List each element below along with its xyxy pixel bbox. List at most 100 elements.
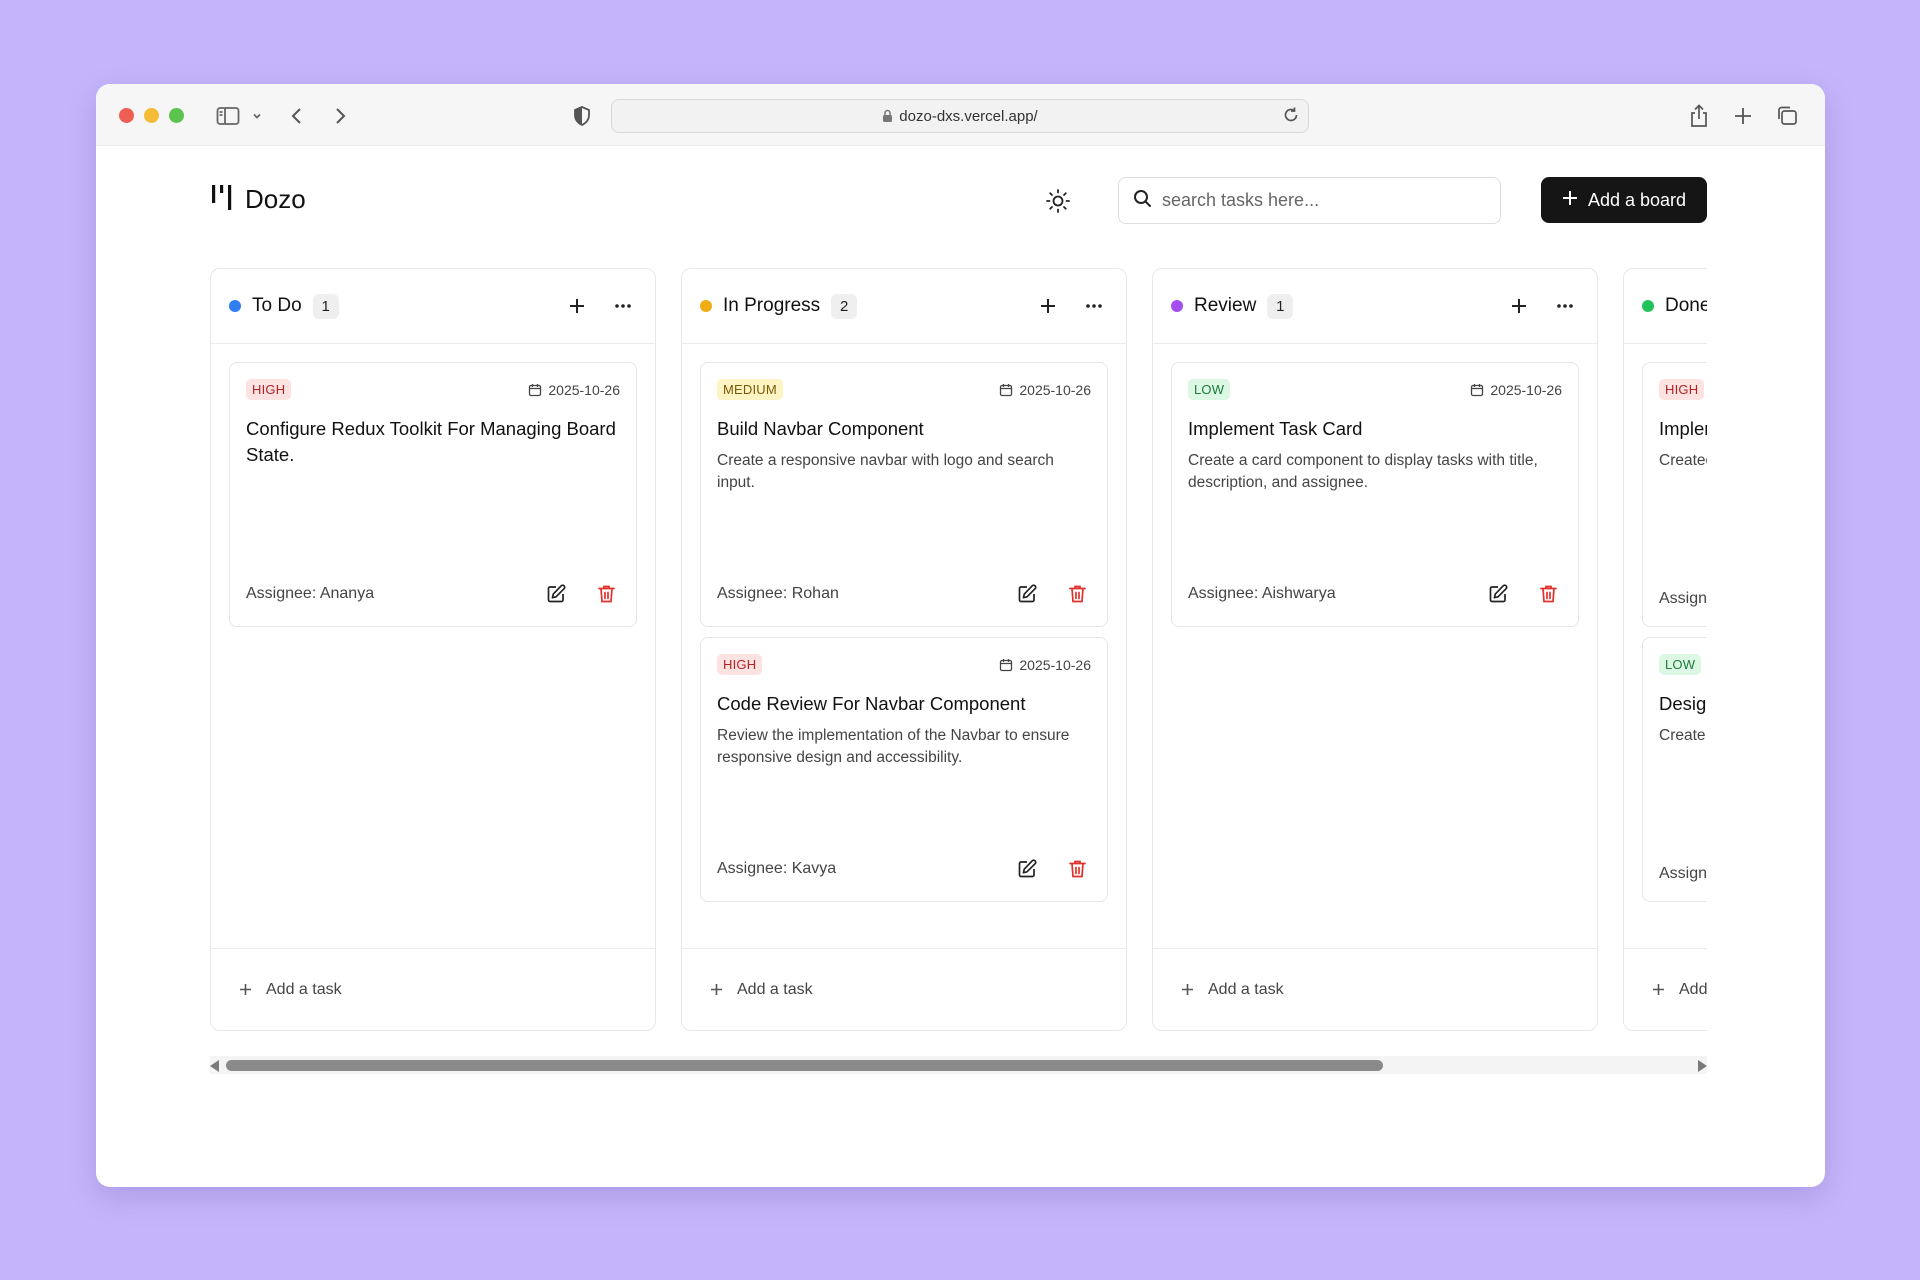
- task-card[interactable]: HIGH 2025-10-26 Configure Redux Toolkit Fo…: [229, 362, 637, 627]
- add-task-plus-icon[interactable]: [1034, 292, 1062, 320]
- more-options-icon[interactable]: [1551, 292, 1579, 320]
- column-header: To Do 1: [211, 269, 655, 344]
- plus-icon: [239, 983, 252, 996]
- add-task-label: Add a task: [266, 980, 342, 998]
- add-task-label: Add a task: [1679, 980, 1707, 998]
- board-columns: To Do 1 HIGH 2025-10-26 Configure Redux Tool…: [210, 268, 1707, 1118]
- plus-icon: [1562, 190, 1578, 211]
- search-input[interactable]: [1162, 190, 1482, 211]
- priority-badge: MEDIUM: [717, 379, 783, 400]
- sidebar-toggle-icon[interactable]: [215, 103, 241, 129]
- task-assignee: Assigne: [1659, 590, 1707, 607]
- card-list: MEDIUM 2025-10-26 Build Navbar Component Cr…: [682, 344, 1126, 902]
- task-card[interactable]: LOW Desigr Create landing Assigne: [1642, 637, 1707, 902]
- task-assignee: Assignee: Kavya: [717, 860, 837, 877]
- plus-icon: [1652, 983, 1665, 996]
- url-text: dozo-dxs.vercel.app/: [899, 107, 1038, 125]
- more-options-icon[interactable]: [609, 292, 637, 320]
- chevron-down-icon[interactable]: [244, 103, 270, 129]
- forward-arrow-icon[interactable]: [327, 103, 353, 129]
- back-arrow-icon[interactable]: [284, 103, 310, 129]
- theme-toggle-sun-icon[interactable]: [1043, 186, 1073, 216]
- due-date-text: 2025-10-26: [1490, 381, 1562, 398]
- scroll-left-arrow-icon[interactable]: [210, 1060, 219, 1072]
- plus-icon: [710, 983, 723, 996]
- task-title: Desigr: [1659, 693, 1707, 714]
- due-date-text: 2025-10-26: [548, 381, 620, 398]
- reload-icon[interactable]: [1282, 106, 1300, 124]
- calendar-icon: [1470, 383, 1484, 397]
- column-header: In Progress 2: [682, 269, 1126, 344]
- task-description: Create a card component to display tasks…: [1188, 452, 1538, 491]
- priority-badge: HIGH: [246, 379, 292, 400]
- browser-window: dozo-dxs.vercel.app/ Dozo search tasks h…: [96, 84, 1825, 1187]
- task-assignee: Assignee: Rohan: [717, 585, 839, 602]
- horizontal-scrollbar[interactable]: [210, 1056, 1707, 1074]
- add-task-label: Add a task: [737, 980, 813, 998]
- column-title: Done: [1665, 295, 1707, 316]
- plus-icon: [1181, 983, 1194, 996]
- add-task-button[interactable]: Add a task: [211, 948, 655, 1030]
- add-task-plus-icon[interactable]: [1505, 292, 1533, 320]
- scrollbar-thumb[interactable]: [226, 1060, 1383, 1071]
- lock-icon: [882, 109, 893, 123]
- task-card[interactable]: HIGH Implen Createc validati endpoir Assign…: [1642, 362, 1707, 627]
- app-name: Dozo: [245, 184, 306, 214]
- task-card[interactable]: LOW 2025-10-26 Implement Task Card Create a…: [1171, 362, 1579, 627]
- delete-trash-icon[interactable]: [1534, 580, 1562, 608]
- more-options-icon[interactable]: [1080, 292, 1108, 320]
- tab-overview-icon[interactable]: [1774, 103, 1800, 129]
- calendar-icon: [999, 658, 1013, 672]
- column-status-dot: [1171, 300, 1183, 312]
- priority-badge: LOW: [1188, 379, 1231, 400]
- delete-trash-icon[interactable]: [1063, 855, 1091, 883]
- task-description: Createc validati endpoir: [1659, 452, 1707, 469]
- add-task-label: Add a task: [1208, 980, 1284, 998]
- column-status-dot: [229, 300, 241, 312]
- task-description: Review the implementation of the Navbar …: [717, 727, 1070, 766]
- column-status-dot: [1642, 300, 1654, 312]
- address-bar[interactable]: dozo-dxs.vercel.app/: [611, 99, 1309, 133]
- edit-icon[interactable]: [542, 580, 570, 608]
- task-card[interactable]: HIGH 2025-10-26 Code Review For Navbar Com…: [700, 637, 1108, 902]
- delete-trash-icon[interactable]: [592, 580, 620, 608]
- zoom-window-button[interactable]: [169, 108, 184, 123]
- minimize-window-button[interactable]: [144, 108, 159, 123]
- add-task-button[interactable]: Add a task: [1153, 948, 1597, 1030]
- privacy-shield-icon[interactable]: [569, 103, 595, 129]
- task-title: Configure Redux Toolkit For Managing Boa…: [246, 418, 616, 465]
- add-task-button[interactable]: Add a task: [1624, 948, 1707, 1030]
- app-logo[interactable]: Dozo: [211, 184, 306, 215]
- board-column: Review 1 LOW 2025-10-26 Implement Task Card C…: [1152, 268, 1598, 1031]
- card-list: HIGH 2025-10-26 Configure Redux Toolkit Fo…: [211, 344, 655, 627]
- add-task-plus-icon[interactable]: [563, 292, 591, 320]
- delete-trash-icon[interactable]: [1063, 580, 1091, 608]
- due-date-text: 2025-10-26: [1019, 656, 1091, 673]
- due-date: 2025-10-26: [999, 657, 1091, 673]
- board-column: In Progress 2 MEDIUM 2025-10-26 Build Navbar…: [681, 268, 1127, 1031]
- calendar-icon: [528, 383, 542, 397]
- add-task-button[interactable]: Add a task: [682, 948, 1126, 1030]
- due-date: 2025-10-26: [1470, 382, 1562, 398]
- close-window-button[interactable]: [119, 108, 134, 123]
- task-description: Create a responsive navbar with logo and…: [717, 452, 1054, 491]
- scroll-right-arrow-icon[interactable]: [1698, 1060, 1707, 1072]
- column-status-dot: [700, 300, 712, 312]
- due-date-text: 2025-10-26: [1019, 381, 1091, 398]
- task-card[interactable]: MEDIUM 2025-10-26 Build Navbar Component Cr…: [700, 362, 1108, 627]
- priority-badge: HIGH: [1659, 379, 1705, 400]
- edit-icon[interactable]: [1013, 580, 1041, 608]
- share-icon[interactable]: [1686, 103, 1712, 129]
- search-box[interactable]: [1118, 177, 1501, 224]
- dozo-logo-icon: [211, 184, 235, 215]
- add-board-label: Add a board: [1587, 189, 1687, 210]
- board-column: To Do 1 HIGH 2025-10-26 Configure Redux Tool…: [210, 268, 656, 1031]
- new-tab-icon[interactable]: [1730, 103, 1756, 129]
- edit-icon[interactable]: [1484, 580, 1512, 608]
- task-title: Build Navbar Component: [717, 418, 924, 439]
- task-assignee: Assignee: Aishwarya: [1188, 585, 1336, 602]
- task-assignee: Assigne: [1659, 865, 1707, 882]
- edit-icon[interactable]: [1013, 855, 1041, 883]
- column-title: Review: [1194, 295, 1257, 316]
- add-board-button[interactable]: Add a board: [1541, 177, 1707, 223]
